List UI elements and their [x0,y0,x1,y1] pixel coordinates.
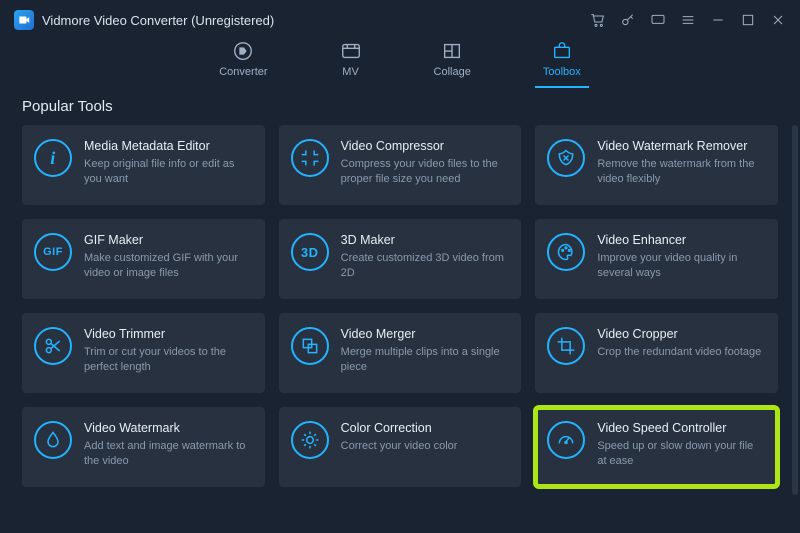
tool-desc: Create customized 3D video from 2D [341,251,508,282]
app-title: Vidmore Video Converter (Unregistered) [42,13,274,28]
tool-title: Color Correction [341,421,458,435]
tab-mv-label: MV [342,66,359,78]
tab-converter-label: Converter [219,66,267,78]
tool-desc: Merge multiple clips into a single piece [341,345,508,376]
tool-desc: Improve your video quality in several wa… [597,251,764,282]
maximize-icon[interactable] [740,12,756,28]
tab-converter[interactable]: Converter [213,40,273,86]
tool-video-speed-controller[interactable]: Video Speed Controller Speed up or slow … [535,407,778,487]
scrollbar[interactable] [792,125,798,495]
titlebar-left: Vidmore Video Converter (Unregistered) [14,10,274,30]
titlebar-right [590,12,786,28]
palette-icon [547,233,585,271]
scissors-icon [34,327,72,365]
tool-title: Video Merger [341,327,508,341]
tool-video-watermark[interactable]: Video Watermark Add text and image water… [22,407,265,487]
nav-tabs: Converter MV Collage Toolbox [0,40,800,90]
tools-grid: i Media Metadata Editor Keep original fi… [22,125,778,487]
key-icon[interactable] [620,12,636,28]
titlebar: Vidmore Video Converter (Unregistered) [0,0,800,40]
tool-video-trimmer[interactable]: Video Trimmer Trim or cut your videos to… [22,313,265,393]
tool-title: Video Watermark Remover [597,139,764,153]
tab-collage[interactable]: Collage [428,40,477,86]
tool-title: Video Speed Controller [597,421,764,435]
tool-title: Media Metadata Editor [84,139,251,153]
speed-icon [547,421,585,459]
tool-desc: Crop the redundant video footage [597,345,761,360]
tool-desc: Make customized GIF with your video or i… [84,251,251,282]
menu-icon[interactable] [680,12,696,28]
tool-desc: Add text and image watermark to the vide… [84,439,251,470]
tool-desc: Correct your video color [341,439,458,454]
tool-video-cropper[interactable]: Video Cropper Crop the redundant video f… [535,313,778,393]
tool-title: Video Watermark [84,421,251,435]
app-logo-icon [14,10,34,30]
tool-media-metadata-editor[interactable]: i Media Metadata Editor Keep original fi… [22,125,265,205]
tool-gif-maker[interactable]: GIF GIF Maker Make customized GIF with y… [22,219,265,299]
crop-icon [547,327,585,365]
tool-video-compressor[interactable]: Video Compressor Compress your video fil… [279,125,522,205]
tools-panel: i Media Metadata Editor Keep original fi… [0,125,800,533]
tool-desc: Compress your video files to the proper … [341,157,508,188]
tab-collage-label: Collage [434,66,471,78]
gif-icon: GIF [34,233,72,271]
close-icon[interactable] [770,12,786,28]
tool-title: Video Cropper [597,327,761,341]
tool-desc: Keep original file info or edit as you w… [84,157,251,188]
tab-toolbox[interactable]: Toolbox [537,40,587,86]
merge-icon [291,327,329,365]
info-icon: i [34,139,72,177]
3d-icon: 3D [291,233,329,271]
tab-mv[interactable]: MV [334,40,368,86]
watermark-remove-icon [547,139,585,177]
minimize-icon[interactable] [710,12,726,28]
sun-icon [291,421,329,459]
tool-title: Video Enhancer [597,233,764,247]
tool-video-merger[interactable]: Video Merger Merge multiple clips into a… [279,313,522,393]
tool-3d-maker[interactable]: 3D 3D Maker Create customized 3D video f… [279,219,522,299]
tool-title: GIF Maker [84,233,251,247]
tool-video-enhancer[interactable]: Video Enhancer Improve your video qualit… [535,219,778,299]
tool-color-correction[interactable]: Color Correction Correct your video colo… [279,407,522,487]
tool-desc: Speed up or slow down your file at ease [597,439,764,470]
tool-title: Video Trimmer [84,327,251,341]
tool-title: 3D Maker [341,233,508,247]
tool-desc: Remove the watermark from the video flex… [597,157,764,188]
tab-toolbox-label: Toolbox [543,66,581,78]
compress-icon [291,139,329,177]
section-title: Popular Tools [0,90,800,125]
tool-desc: Trim or cut your videos to the perfect l… [84,345,251,376]
droplet-icon [34,421,72,459]
feedback-icon[interactable] [650,12,666,28]
tool-title: Video Compressor [341,139,508,153]
cart-icon[interactable] [590,12,606,28]
tool-watermark-remover[interactable]: Video Watermark Remover Remove the water… [535,125,778,205]
